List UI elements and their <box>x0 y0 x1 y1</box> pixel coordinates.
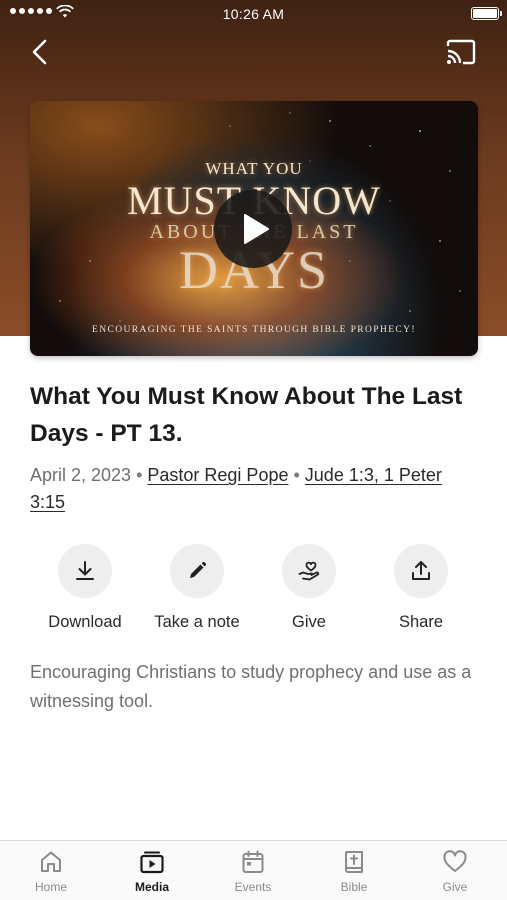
tab-home[interactable]: Home <box>6 849 96 900</box>
share-icon <box>412 561 430 580</box>
cast-button[interactable] <box>445 38 477 66</box>
heart-icon <box>443 850 467 872</box>
pencil-icon <box>190 561 207 578</box>
take-note-circle <box>170 544 224 598</box>
play-button[interactable] <box>214 190 292 268</box>
battery-icon <box>471 7 502 20</box>
sermon-description: Encouraging Christians to study prophecy… <box>30 662 472 711</box>
tab-media[interactable]: Media <box>107 849 197 900</box>
home-icon <box>41 851 61 872</box>
tab-media-label: Media <box>134 880 169 894</box>
meta-separator: • <box>293 465 300 485</box>
play-icon <box>244 214 269 244</box>
download-button[interactable]: Download <box>29 544 141 636</box>
download-label: Download <box>48 613 122 631</box>
bible-icon <box>345 851 363 873</box>
share-label: Share <box>398 613 444 631</box>
media-icon <box>140 851 164 874</box>
share-button[interactable]: Share <box>365 544 477 636</box>
share-circle <box>394 544 448 598</box>
action-row: Download Take a note Give Share <box>0 544 507 636</box>
status-bar: 10:26 AM <box>0 0 507 28</box>
give-circle <box>282 544 336 598</box>
download-circle <box>58 544 112 598</box>
download-icon <box>76 561 94 580</box>
status-time: 10:26 AM <box>222 6 285 22</box>
give-heart-hand-icon <box>298 561 320 581</box>
tab-events[interactable]: Events <box>208 849 298 900</box>
chevron-left-icon <box>32 39 47 65</box>
speaker-link[interactable]: Pastor Regi Pope <box>147 465 288 485</box>
tab-bible-label: Bible <box>340 880 368 894</box>
sermon-date: April 2, 2023 <box>30 465 132 485</box>
back-button[interactable] <box>26 36 56 68</box>
video-thumbnail[interactable]: WHAT YOU MUST KNOW ABOUT THE LAST DAYS E… <box>30 101 478 356</box>
give-label: Give <box>292 613 326 631</box>
tab-give[interactable]: Give <box>410 849 500 900</box>
tab-bible[interactable]: Bible <box>309 849 399 900</box>
thumbnail-tagline: ENCOURAGING THE SAINTS THROUGH BIBLE PRO… <box>92 325 416 335</box>
tab-home-label: Home <box>34 880 67 894</box>
take-note-label: Take a note <box>154 613 240 631</box>
tab-bar: Home Media Events Bible Give <box>0 840 507 900</box>
sermon-title: What You Must Know About The Last Days -… <box>30 383 463 447</box>
tab-give-label: Give <box>442 880 468 894</box>
take-note-button[interactable]: Take a note <box>141 544 253 636</box>
cast-icon <box>446 39 476 65</box>
give-button[interactable]: Give <box>253 544 365 636</box>
tab-events-label: Events <box>234 880 272 894</box>
sermon-meta: April 2, 2023 • Pastor Regi Pope • Jude 1:3,… <box>30 462 480 516</box>
thumbnail-line-1: WHAT YOU <box>205 159 303 178</box>
calendar-icon <box>242 850 264 873</box>
meta-separator: • <box>136 465 143 485</box>
